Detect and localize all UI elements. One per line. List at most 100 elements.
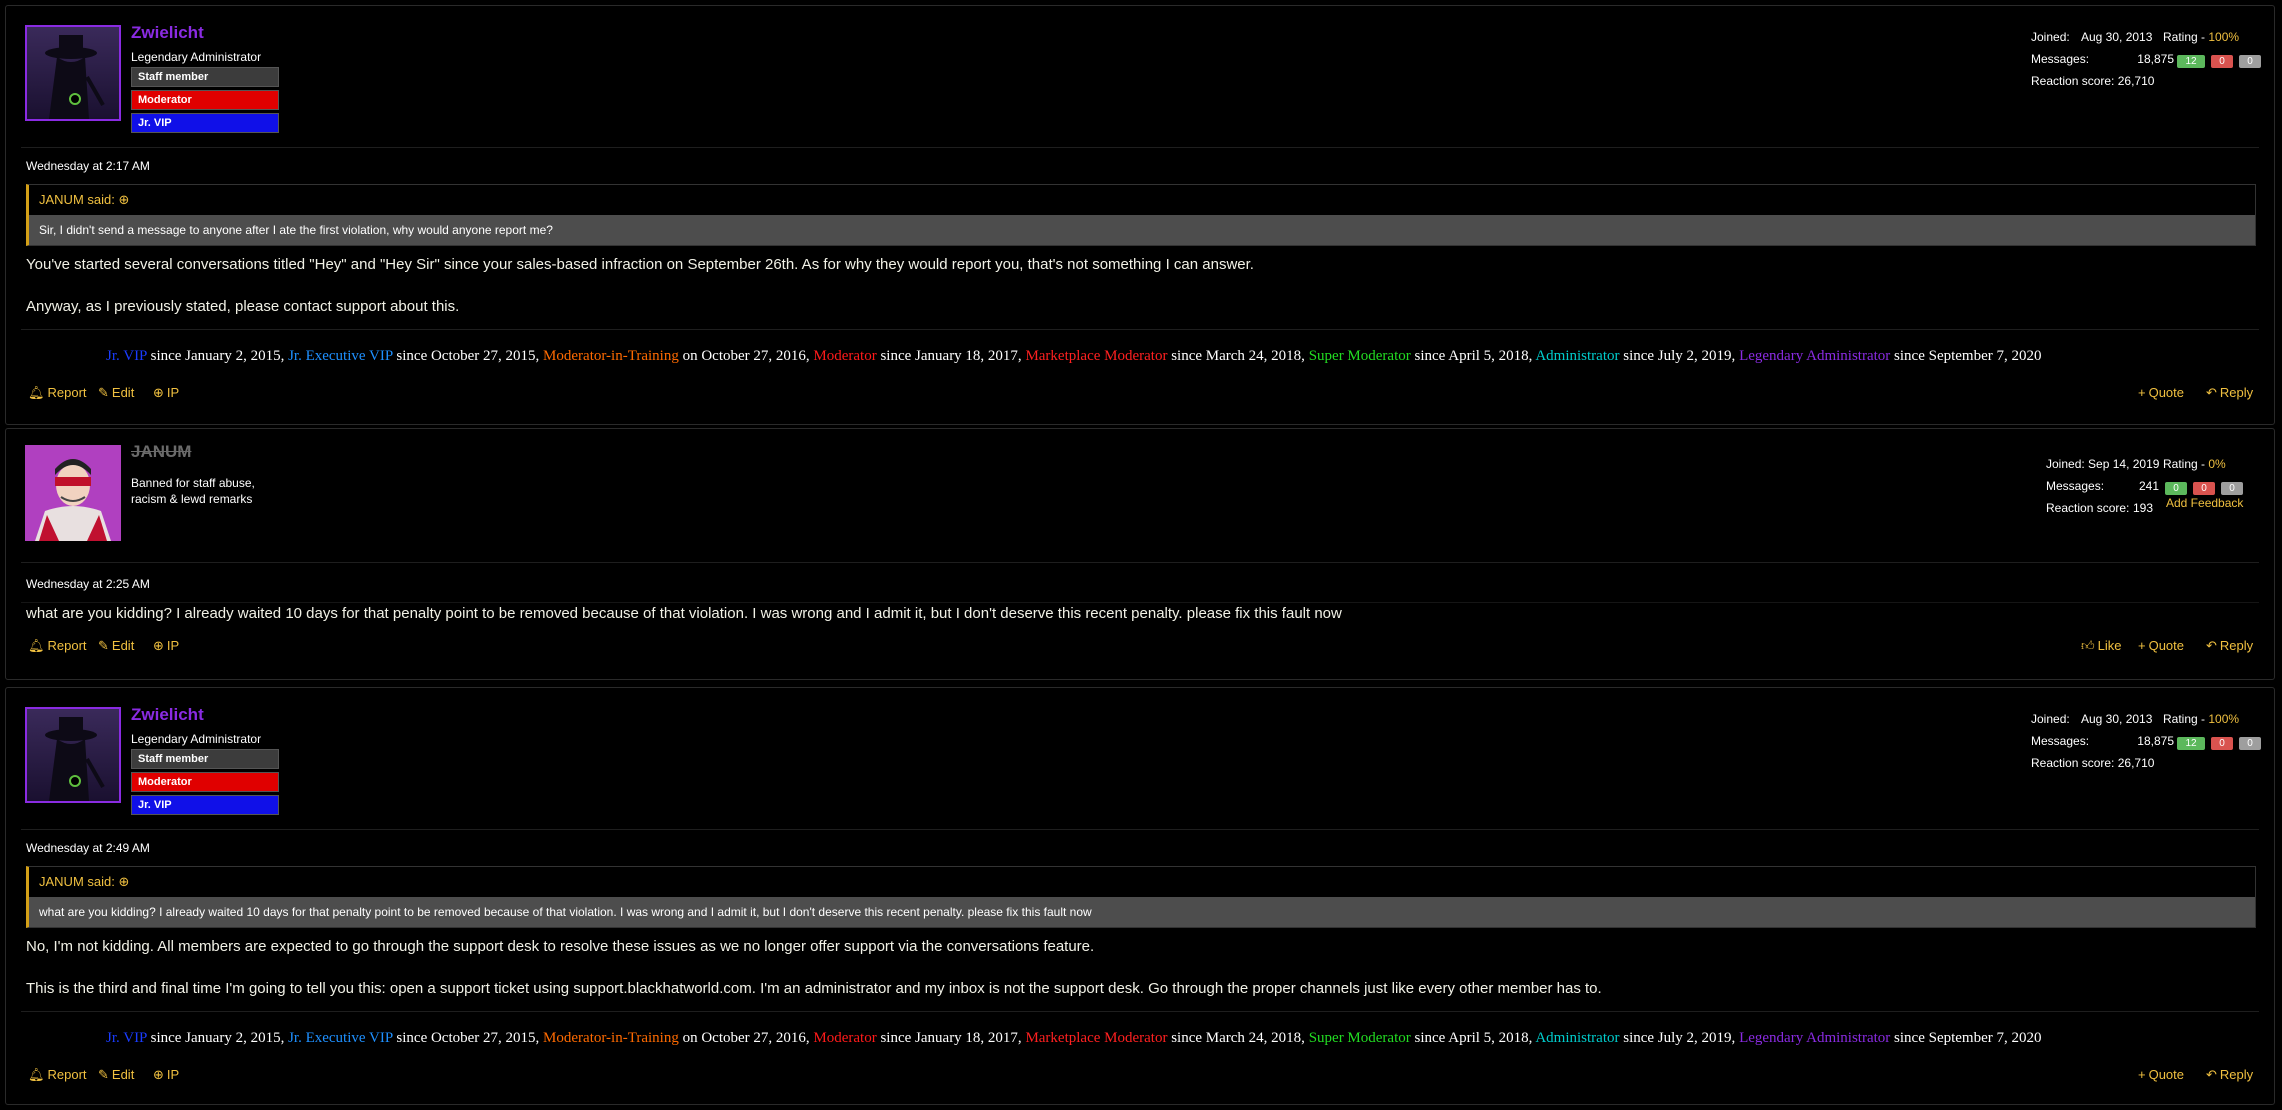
rating-label: Rating - xyxy=(2163,712,2209,726)
sig-date: since July 2, 2019, xyxy=(1619,348,1740,364)
author-name[interactable]: Zwielicht xyxy=(131,705,204,725)
quote-block: JANUM said: ⊕ Sir, I didn't send a messa… xyxy=(26,184,2256,246)
quote-button[interactable]: + Quote xyxy=(2138,385,2184,400)
feedback-neutral[interactable]: 0 xyxy=(2239,55,2261,68)
ip-button[interactable]: ⊕ IP xyxy=(153,1067,179,1083)
divider xyxy=(21,602,2259,603)
globe-icon: ⊕ xyxy=(153,1067,164,1082)
feedback-positive[interactable]: 0 xyxy=(2165,482,2187,495)
add-feedback-link[interactable]: Add Feedback xyxy=(2166,496,2243,510)
quote-label: Quote xyxy=(2148,1067,2185,1082)
quote-author[interactable]: JANUM said: xyxy=(39,874,118,889)
avatar[interactable] xyxy=(25,707,121,803)
sig-role: Jr. VIP xyxy=(106,1030,147,1046)
quote-author[interactable]: JANUM said: xyxy=(39,192,118,207)
quote-button[interactable]: + Quote xyxy=(2138,1067,2184,1082)
reply-button[interactable]: ↶ Reply xyxy=(2206,385,2253,401)
sig-date: since April 5, 2018, xyxy=(1410,348,1536,364)
quote-button[interactable]: + Quote xyxy=(2138,638,2184,653)
sig-date: since April 5, 2018, xyxy=(1410,1030,1536,1046)
feedback-positive[interactable]: 12 xyxy=(2177,55,2205,68)
message-line: You've started several conversations tit… xyxy=(26,256,1254,273)
post-date[interactable]: Wednesday at 2:25 AM xyxy=(26,577,150,591)
ip-button[interactable]: ⊕ IP xyxy=(153,638,179,654)
sig-role: Legendary Administrator xyxy=(1739,348,1891,364)
author-name[interactable]: Zwielicht xyxy=(131,23,204,43)
avatar-hat-man-icon xyxy=(27,27,119,119)
edit-button[interactable]: ✎ Edit xyxy=(98,638,134,654)
sig-role: Administrator xyxy=(1535,1030,1620,1046)
like-button[interactable]: 👍︎ Like xyxy=(2081,638,2121,654)
edit-label: Edit xyxy=(111,1067,135,1082)
sig-date: since October 27, 2015, xyxy=(392,348,544,364)
joined-label: Joined: xyxy=(2031,30,2070,44)
edit-button[interactable]: ✎ Edit xyxy=(98,1067,134,1083)
bell-icon: 🔔︎ xyxy=(28,1067,45,1082)
plus-icon: + xyxy=(2138,638,2146,653)
quote-label: Quote xyxy=(2148,638,2185,653)
bell-icon: 🔔︎ xyxy=(28,385,45,400)
message-line: Anyway, as I previously stated, please c… xyxy=(26,298,460,315)
post-date[interactable]: Wednesday at 2:49 AM xyxy=(26,841,150,855)
sig-role: Moderator xyxy=(813,1030,877,1046)
reaction-score: 26,710 xyxy=(2117,74,2155,88)
avatar[interactable] xyxy=(25,445,121,541)
banned-reason: racism & lewd remarks xyxy=(131,492,253,506)
report-button[interactable]: 🔔︎ Report xyxy=(28,1067,87,1083)
online-status-icon xyxy=(69,93,81,105)
quote-jump-icon[interactable]: ⊕ xyxy=(118,874,129,889)
online-status-icon xyxy=(69,775,81,787)
quote-jump-icon[interactable]: ⊕ xyxy=(118,192,129,207)
divider xyxy=(21,562,2259,563)
badge-moderator: Moderator xyxy=(131,90,279,110)
signature: Jr. VIP since January 2, 2015, Jr. Execu… xyxy=(106,1030,2042,1047)
reply-button[interactable]: ↶ Reply xyxy=(2206,638,2253,654)
badge-staff-member: Staff member xyxy=(131,67,279,87)
sig-date: since January 2, 2015, xyxy=(146,348,289,364)
feedback-negative[interactable]: 0 xyxy=(2193,482,2215,495)
avatar-masked-man-icon xyxy=(25,445,121,541)
quote-label: Quote xyxy=(2148,385,2185,400)
sig-role: Marketplace Moderator xyxy=(1025,1030,1168,1046)
ip-label: IP xyxy=(166,1067,180,1082)
feedback-neutral[interactable]: 0 xyxy=(2239,737,2261,750)
signature: Jr. VIP since January 2, 2015, Jr. Execu… xyxy=(106,348,2042,365)
messages-count: 241 xyxy=(2138,479,2159,493)
rating-value[interactable]: 100% xyxy=(2208,30,2239,44)
signature-divider xyxy=(21,329,2259,330)
feedback-negative[interactable]: 0 xyxy=(2211,55,2233,68)
report-button[interactable]: 🔔︎ Report xyxy=(28,638,87,654)
sig-date: since March 24, 2018, xyxy=(1167,1030,1309,1046)
reply-icon: ↶ xyxy=(2206,638,2217,653)
globe-icon: ⊕ xyxy=(153,638,164,653)
feedback-neutral[interactable]: 0 xyxy=(2221,482,2243,495)
reply-label: Reply xyxy=(2219,385,2254,400)
rating-value[interactable]: 100% xyxy=(2208,712,2239,726)
author-name-banned[interactable]: JANUM xyxy=(131,442,191,462)
sig-role: Marketplace Moderator xyxy=(1025,348,1168,364)
message-line: No, I'm not kidding. All members are exp… xyxy=(26,938,1095,955)
joined-label: Joined: xyxy=(2031,712,2070,726)
ip-button[interactable]: ⊕ IP xyxy=(153,385,179,401)
sig-role: Jr. VIP xyxy=(106,348,147,364)
post-date[interactable]: Wednesday at 2:17 AM xyxy=(26,159,150,173)
reaction-score: 193 xyxy=(2133,501,2154,515)
divider xyxy=(21,147,2259,148)
report-label: Report xyxy=(47,638,87,653)
edit-button[interactable]: ✎ Edit xyxy=(98,385,134,401)
sig-date: since October 27, 2015, xyxy=(392,1030,544,1046)
plus-icon: + xyxy=(2138,1067,2146,1082)
report-button[interactable]: 🔔︎ Report xyxy=(28,385,87,401)
messages-count: 18,875 xyxy=(2137,734,2174,748)
feedback-negative[interactable]: 0 xyxy=(2211,737,2233,750)
reply-label: Reply xyxy=(2219,638,2254,653)
avatar[interactable] xyxy=(25,25,121,121)
quote-text: what are you kidding? I already waited 1… xyxy=(29,897,2255,927)
reply-button[interactable]: ↶ Reply xyxy=(2206,1067,2253,1083)
rating-value[interactable]: 0% xyxy=(2208,457,2225,471)
post-1: Zwielicht Legendary Administrator Staff … xyxy=(5,5,2275,425)
sig-date: on October 27, 2016, xyxy=(678,1030,814,1046)
feedback-positive[interactable]: 12 xyxy=(2177,737,2205,750)
pencil-icon: ✎ xyxy=(98,385,109,400)
rating-label: Rating - xyxy=(2163,457,2209,471)
